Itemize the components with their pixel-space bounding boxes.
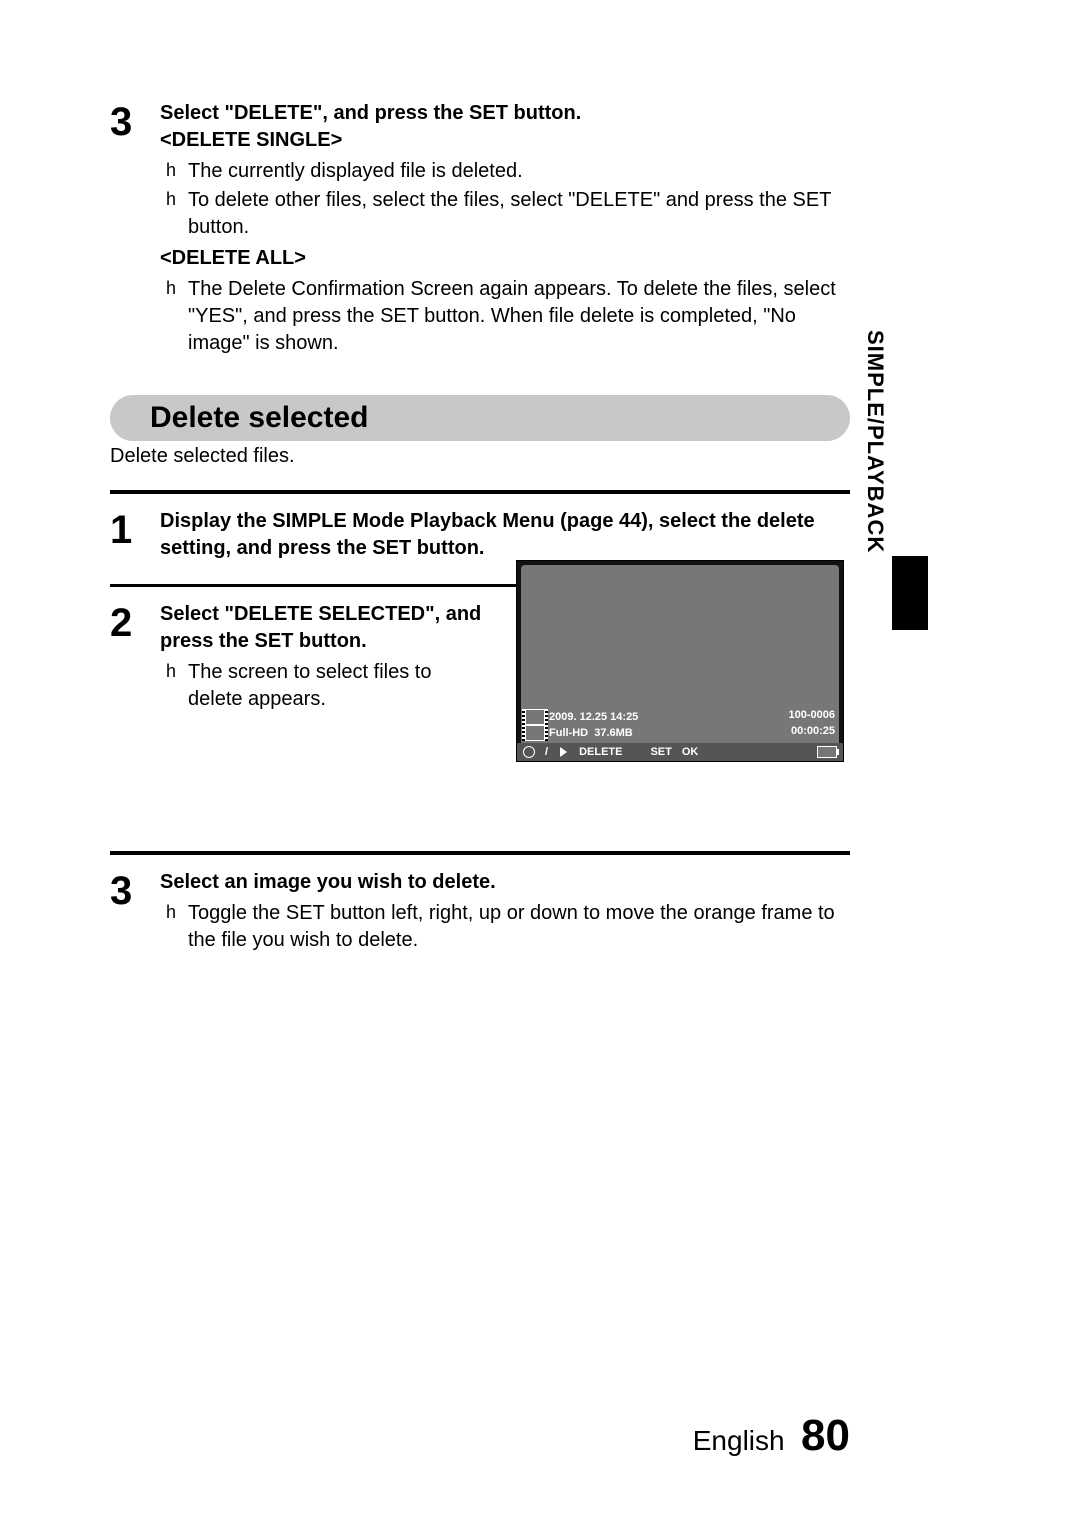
- film-icon: [525, 709, 545, 725]
- battery-icon: [817, 746, 837, 758]
- delete-all-label: <DELETE ALL>: [160, 245, 850, 272]
- divider: [110, 851, 850, 855]
- film-icon: [525, 725, 545, 741]
- bar-set-label: SET: [650, 746, 671, 758]
- bullet-item: The screen to select files to delete app…: [160, 659, 490, 713]
- section-description: Delete selected files.: [110, 445, 850, 468]
- step-heading: Select "DELETE SELECTED", and press the …: [160, 601, 490, 655]
- camera-folder: 100-0006: [789, 709, 836, 725]
- footer-language: English: [693, 1425, 785, 1456]
- thumbnail: [599, 619, 671, 667]
- bullet-item: To delete other files, select the files,…: [160, 187, 850, 241]
- step-3-select-image: 3 Select an image you wish to delete. To…: [110, 869, 850, 956]
- side-tab-marker: [892, 556, 928, 630]
- footer-page-number: 80: [801, 1411, 850, 1460]
- bar-delete-label: DELETE: [579, 746, 622, 758]
- camera-duration: 00:00:25: [791, 725, 835, 741]
- side-tab: SIMPLE/PLAYBACK: [862, 330, 890, 630]
- step-body: Select an image you wish to delete. Togg…: [160, 869, 850, 956]
- step-1: 1 Display the SIMPLE Mode Playback Menu …: [110, 508, 850, 562]
- play-icon: [560, 747, 567, 757]
- delete-single-label: <DELETE SINGLE>: [160, 127, 850, 154]
- step-number: 3: [110, 100, 160, 142]
- bullet-item: Toggle the SET button left, right, up or…: [160, 900, 850, 954]
- step-heading: Display the SIMPLE Mode Playback Menu (p…: [160, 508, 850, 562]
- bullet-list: The currently displayed file is deleted.…: [160, 158, 850, 241]
- step-heading: Select an image you wish to delete.: [160, 869, 850, 896]
- page-content: 3 Select "DELETE", and press the SET but…: [110, 100, 850, 956]
- divider: [110, 490, 850, 494]
- record-icon: [523, 746, 535, 758]
- camera-bottom-bar: / DELETE SET OK: [517, 743, 843, 761]
- slash: /: [545, 746, 548, 758]
- divider: [110, 584, 540, 587]
- step-heading: Select "DELETE", and press the SET butto…: [160, 100, 850, 127]
- bullet-list: The screen to select files to delete app…: [160, 659, 490, 713]
- section-title: Delete selected: [110, 395, 850, 441]
- step-3-delete: 3 Select "DELETE", and press the SET but…: [110, 100, 850, 359]
- page-footer: English 80: [0, 1411, 1080, 1461]
- camera-date: 2009. 12.25 14:25: [549, 711, 638, 723]
- step-number: 3: [110, 869, 160, 911]
- side-tab-label: SIMPLE/PLAYBACK: [862, 330, 888, 553]
- bullet-list: Toggle the SET button left, right, up or…: [160, 900, 850, 954]
- step-body: Select "DELETE", and press the SET butto…: [160, 100, 850, 359]
- camera-filesize: 37.6MB: [594, 727, 633, 739]
- thumbnail-row: [517, 615, 843, 667]
- step-number: 1: [110, 508, 160, 550]
- bar-ok-label: OK: [682, 746, 699, 758]
- bullet-item: The currently displayed file is deleted.: [160, 158, 850, 185]
- film-icon-row: 2009. 12.25 14:25: [525, 709, 638, 725]
- bullet-list: The Delete Confirmation Screen again app…: [160, 276, 850, 357]
- step-number: 2: [110, 601, 160, 643]
- bullet-item: The Delete Confirmation Screen again app…: [160, 276, 850, 357]
- camera-resolution: Full-HD: [549, 727, 588, 739]
- step-body: Select "DELETE SELECTED", and press the …: [160, 601, 490, 715]
- camera-info-overlay: 2009. 12.25 14:25 100-0006 Full-HD 37.6M…: [517, 709, 843, 741]
- camera-screen-illustration: 2009. 12.25 14:25 100-0006 Full-HD 37.6M…: [516, 560, 844, 762]
- res-row: Full-HD 37.6MB: [525, 725, 633, 741]
